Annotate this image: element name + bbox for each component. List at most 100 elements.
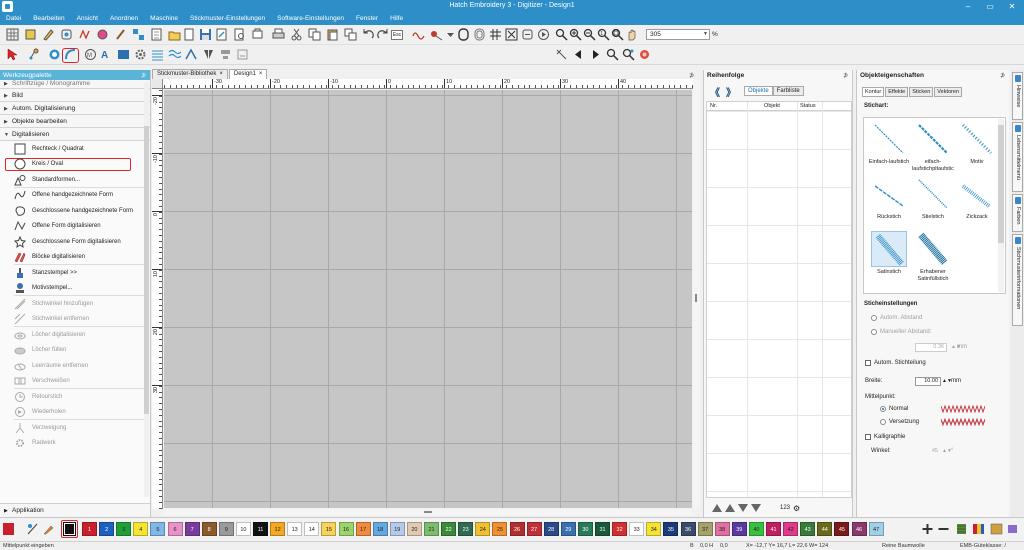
tool-geschlossene-handgezeichnete-form[interactable]: Geschlossene handgezeichnete Form <box>0 203 150 219</box>
show-grid-icon[interactable] <box>489 28 502 41</box>
tab-design1[interactable]: Design1 × <box>228 69 268 79</box>
canvas-vertical-scrollbar[interactable] <box>693 79 700 509</box>
tool-rechteck-quadrat[interactable]: Rechteck / Quadrat <box>0 141 150 157</box>
auto-split-checkbox[interactable] <box>865 360 871 366</box>
send-machine-icon[interactable] <box>251 28 264 41</box>
angle-input[interactable]: 45 <box>915 447 941 456</box>
select-arrow-icon[interactable] <box>6 48 19 61</box>
save-icon[interactable] <box>199 28 212 41</box>
section-digitize[interactable]: ▼ Digitalisieren <box>0 128 150 141</box>
dropdown-arrow-icon[interactable] <box>444 28 457 41</box>
color-swatch[interactable]: 13 <box>287 522 303 536</box>
stitch-icon[interactable] <box>78 28 91 41</box>
show-hoop-icon[interactable] <box>473 28 486 41</box>
current-color-swatch[interactable] <box>63 522 76 536</box>
move-first-icon[interactable] <box>712 504 722 512</box>
color-swatch[interactable]: 8 <box>201 522 217 536</box>
tab-stickmuster-bibliothek[interactable]: Stickmuster-Bibliothek × <box>152 69 228 79</box>
sequence-options-icon[interactable]: ⚙ <box>793 504 800 513</box>
tool-kreis-oval[interactable]: Kreis / Oval <box>4 157 132 173</box>
section-lettering[interactable]: ▶ Schriftzüge / Monogramme <box>0 80 150 89</box>
center-offset-radio[interactable] <box>880 419 886 425</box>
dock-tab-hinweise[interactable]: Hinweise <box>1012 72 1023 120</box>
calligraphy-checkbox[interactable] <box>865 434 871 440</box>
tab-farbliste[interactable]: Farbliste <box>772 86 804 96</box>
color-swatch[interactable]: 43 <box>800 522 816 536</box>
color-swatch[interactable]: 28 <box>543 522 559 536</box>
dock-tab-lebensmittelmenue[interactable]: Lebensmittelmenü <box>1012 122 1023 192</box>
stitch-dreifach-laufstich[interactable]: eifach-laufstichpltaufstic <box>911 121 955 173</box>
color-swatch[interactable]: 7 <box>184 522 200 536</box>
zoom-factor-icon[interactable]: 1 <box>597 28 610 41</box>
color-swatch[interactable]: 39 <box>731 522 747 536</box>
tool-loecher-fuellen[interactable]: Löcher füllen <box>0 343 150 359</box>
color-swatch[interactable]: 40 <box>748 522 764 536</box>
stitch-stielstich[interactable]: Stielstich <box>911 176 955 221</box>
menu-datei[interactable]: Datei <box>0 13 27 25</box>
fill-icon[interactable] <box>117 48 130 61</box>
menu-software-einstellungen[interactable]: Software-Einstellungen <box>271 13 350 25</box>
color-swatch[interactable]: 20 <box>406 522 422 536</box>
auto-spacing-radio[interactable] <box>871 315 877 321</box>
menu-anordnen[interactable]: Anordnen <box>104 13 144 25</box>
stitch-player-icon[interactable] <box>412 28 425 41</box>
color-swatch[interactable]: 46 <box>851 522 867 536</box>
color-swatch[interactable]: 19 <box>389 522 405 536</box>
color-swatch[interactable]: 41 <box>766 522 781 536</box>
hoop-icon[interactable] <box>60 28 73 41</box>
digitize-arc-icon[interactable] <box>64 48 77 61</box>
show-objects-icon[interactable] <box>521 28 534 41</box>
layout-icon[interactable] <box>150 28 163 41</box>
hoop-select-icon[interactable] <box>48 48 61 61</box>
section-applikation[interactable]: ▶ Applikation <box>0 503 150 517</box>
canvas-horizontal-scrollbar[interactable] <box>164 509 692 516</box>
stitch-erhabener-satin[interactable]: Erhabener Satinfüllstich <box>911 231 955 283</box>
paste-icon[interactable] <box>326 28 339 41</box>
tool-verschweissen[interactable]: Verschweißen <box>0 374 150 389</box>
spacing-input[interactable]: 0.36 <box>915 343 947 352</box>
color-swatch[interactable]: 4 <box>133 522 149 536</box>
zoom-out-icon[interactable] <box>583 28 596 41</box>
dock-tab-stichmusterinformationen[interactable]: Stichmusterinformationen <box>1012 234 1023 326</box>
color-swatch[interactable]: 11 <box>253 522 268 536</box>
tool-standardformen[interactable]: Standardformen... <box>0 172 150 188</box>
center-normal-radio[interactable] <box>880 406 886 412</box>
move-down-icon[interactable] <box>738 504 748 512</box>
color-swatch[interactable]: 12 <box>270 522 286 536</box>
close-tab-icon[interactable]: × <box>259 71 263 77</box>
tool-offene-handgezeichnete-form[interactable]: Offene handgezeichnete Form <box>0 188 150 204</box>
color-swatch[interactable]: 30 <box>577 522 593 536</box>
width-input[interactable]: 10.00 <box>915 377 941 386</box>
color-swatch[interactable]: 22 <box>441 522 457 536</box>
print-icon[interactable] <box>272 28 285 41</box>
menu-fenster[interactable]: Fenster <box>350 13 384 25</box>
redo-icon[interactable] <box>376 28 389 41</box>
color-swatch[interactable]: 1 <box>82 522 97 536</box>
menu-hilfe[interactable]: Hilfe <box>384 13 409 25</box>
remove-color-icon[interactable] <box>937 522 950 536</box>
tool-loecher-digitalisieren[interactable]: Löcher digitalisieren <box>0 327 150 343</box>
color-swatch[interactable]: 6 <box>167 522 183 536</box>
show-stitches-icon[interactable] <box>505 28 518 41</box>
play-icon[interactable] <box>537 28 550 41</box>
gear-icon[interactable] <box>134 48 147 61</box>
export-icon[interactable] <box>215 28 228 41</box>
transfer-icon[interactable] <box>185 48 198 61</box>
color-swatch[interactable]: 29 <box>560 522 576 536</box>
color-swatch[interactable]: 35 <box>663 522 679 536</box>
align-icon[interactable] <box>219 48 232 61</box>
colorwheel-icon[interactable] <box>638 48 651 61</box>
find-icon[interactable] <box>606 48 619 61</box>
pin-icon[interactable]: ⊅ <box>689 72 700 79</box>
thread-spool-icon[interactable] <box>955 522 968 536</box>
tool-retourstich[interactable]: Retourstich <box>0 389 150 405</box>
esc-button[interactable]: Esc <box>391 30 403 40</box>
menu-ansicht[interactable]: Ansicht <box>71 13 104 25</box>
lettering-icon[interactable]: A <box>100 48 113 61</box>
tool-wiederholen[interactable]: Wiederholen <box>0 405 150 420</box>
color-swatch[interactable]: 33 <box>629 522 645 536</box>
monogram-icon[interactable]: M <box>84 48 97 61</box>
tool-motivstempel[interactable]: Motivstempel... <box>0 281 150 296</box>
needle-icon[interactable] <box>430 28 443 41</box>
cut-icon[interactable] <box>290 28 303 41</box>
